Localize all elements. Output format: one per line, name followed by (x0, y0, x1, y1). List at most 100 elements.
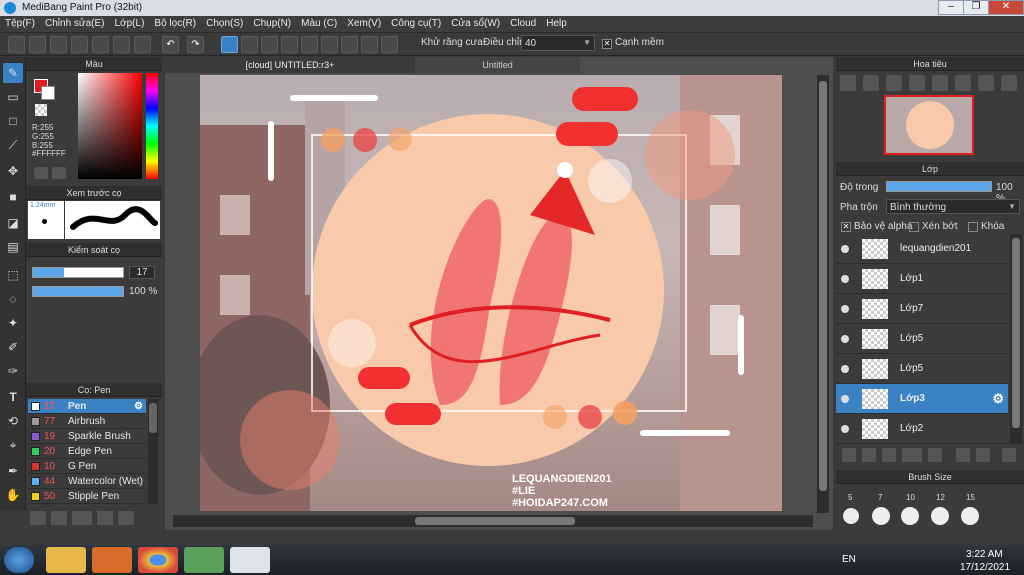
move-tool-icon[interactable]: ✥ (3, 161, 23, 181)
layer-merge-icon[interactable] (976, 448, 990, 462)
flip-icon[interactable] (1001, 75, 1017, 91)
snap-ellipse-icon[interactable] (361, 36, 378, 53)
size-10-dot[interactable] (901, 507, 919, 525)
size-12-dot[interactable] (931, 507, 949, 525)
brush-props-icon[interactable] (97, 511, 113, 525)
eye-icon[interactable] (841, 335, 849, 343)
brush-list-item[interactable]: 50 Stipple Pen (28, 489, 146, 504)
secondary-color-swatch[interactable] (41, 86, 55, 100)
layer-menu-icon[interactable] (902, 448, 922, 462)
close-button[interactable]: ✕ (988, 0, 1024, 15)
operation-tool-icon[interactable]: ⟲ (3, 411, 23, 431)
brush-size-slider[interactable] (32, 267, 124, 278)
brush-list-item[interactable]: 20 Edge Pen (28, 444, 146, 459)
layer-row[interactable]: Lớp1 (836, 264, 1008, 294)
brush-add-icon[interactable] (30, 511, 46, 525)
gradient-tool-icon[interactable]: ▤ (3, 237, 23, 257)
actual-size-icon[interactable] (932, 75, 948, 91)
eyedropper-icon[interactable]: ⌖ (3, 435, 23, 455)
menu-layer[interactable]: Lớp(L) (110, 16, 150, 31)
lock-checkbox[interactable] (968, 222, 978, 232)
layer-row[interactable]: lequangdien201 (836, 234, 1008, 264)
explorer-icon[interactable] (46, 547, 86, 573)
zoom-in-2-icon[interactable] (863, 75, 879, 91)
brush-tool-icon[interactable]: ✎ (3, 63, 23, 83)
adjust-input[interactable]: 40 ▼ (521, 35, 595, 51)
brush-list-item[interactable]: 17 Pen ⚙ (28, 399, 146, 414)
menu-view[interactable]: Xem(V) (342, 16, 386, 31)
bucket-tool-icon[interactable]: ◪ (3, 213, 23, 233)
chrome-icon[interactable] (138, 547, 178, 573)
select-pen-icon[interactable]: ✐ (3, 337, 23, 357)
text-tool-icon[interactable]: T (3, 387, 23, 407)
menu-file[interactable]: Tệp(F) (0, 16, 40, 31)
eyedropper-small-icon[interactable] (34, 167, 48, 179)
snap-curve-icon[interactable] (341, 36, 358, 53)
export-icon[interactable] (29, 36, 46, 53)
magic-wand-icon[interactable]: ✦ (3, 313, 23, 333)
restore-button[interactable]: ❐ (963, 0, 989, 15)
blend-select[interactable]: Bình thường ▼ (886, 199, 1020, 214)
size-15-dot[interactable] (961, 507, 979, 525)
brush-opacity-slider[interactable] (32, 286, 124, 297)
list-icon[interactable] (134, 36, 151, 53)
hand-tool-icon[interactable]: ✋ (3, 485, 23, 505)
size-5-dot[interactable] (843, 508, 859, 524)
canvas-scroll-vertical[interactable] (817, 75, 829, 513)
lasso-icon[interactable]: ◌ (3, 289, 23, 309)
layer-opacity-slider[interactable] (886, 181, 992, 192)
tray-icons[interactable] (866, 553, 946, 567)
doc-icon[interactable] (92, 36, 109, 53)
snap-parallel-icon[interactable] (241, 36, 258, 53)
snap-radial-icon[interactable] (301, 36, 318, 53)
zoom-out-icon[interactable] (886, 75, 902, 91)
fit-icon[interactable] (909, 75, 925, 91)
rect-tool-icon[interactable]: □ (3, 111, 23, 131)
brush-menu-icon[interactable] (72, 511, 92, 525)
layer-delete-icon[interactable] (1002, 448, 1016, 462)
select-eraser-icon[interactable]: ✑ (3, 361, 23, 381)
transparent-swatch[interactable] (35, 104, 47, 116)
menu-select[interactable]: Chọn(S) (201, 16, 248, 31)
snap-grid-icon[interactable] (261, 36, 278, 53)
new-layer-2-icon[interactable] (862, 448, 876, 462)
menu-filter[interactable]: Bộ lọc(R) (149, 16, 201, 31)
chat-icon[interactable] (50, 36, 67, 53)
menu-tools[interactable]: Công cụ(T) (386, 16, 446, 31)
snap-circle-icon[interactable] (321, 36, 338, 53)
artwork-canvas[interactable]: LEQUANGDIEN201 #LIE #HOIDAP247.COM (200, 75, 782, 511)
brush-list-item[interactable]: 19 Sparkle Brush (28, 429, 146, 444)
medibang-taskbar-icon[interactable] (230, 547, 270, 573)
tab-active[interactable]: [cloud] UNTITLED:r3+ (165, 57, 415, 73)
menu-color[interactable]: Màu (C) (296, 16, 342, 31)
menu-snap[interactable]: Chụp(N) (248, 16, 296, 31)
cloud-icon[interactable] (8, 36, 25, 53)
new-layer-icon[interactable] (842, 448, 856, 462)
palette-small-icon[interactable] (52, 167, 66, 179)
settings-icon[interactable] (381, 36, 398, 53)
minimize-button[interactable]: – (938, 0, 964, 15)
smooth-checkbox[interactable]: ✕ (602, 39, 612, 49)
hue-slider[interactable] (146, 73, 158, 179)
eye-icon[interactable] (841, 395, 849, 403)
menu-cloud[interactable]: Cloud (505, 16, 541, 31)
pen-tool-icon[interactable]: ✒ (3, 461, 23, 481)
tab-untitled[interactable]: Untitled (415, 57, 580, 73)
language-indicator[interactable]: EN (842, 554, 856, 565)
rotate-right-icon[interactable] (978, 75, 994, 91)
clock-time[interactable]: 3:22 AM (966, 549, 1003, 560)
snap-perspective-icon[interactable] (281, 36, 298, 53)
protect-alpha-checkbox[interactable]: ✕ (841, 222, 851, 232)
eye-icon[interactable] (841, 365, 849, 373)
brush-new-icon[interactable] (51, 511, 67, 525)
eye-icon[interactable] (841, 245, 849, 253)
start-button[interactable] (4, 547, 34, 573)
layer-folder-icon[interactable] (928, 448, 942, 462)
brush-list-item[interactable]: 44 Watercolor (Wet) (28, 474, 146, 489)
new-layer-3-icon[interactable] (882, 448, 896, 462)
brush-size-value[interactable]: 17 (129, 266, 155, 279)
layer-row[interactable]: Lớp3 ⚙ (836, 384, 1008, 414)
snap-off-icon[interactable] (221, 36, 238, 53)
eye-icon[interactable] (841, 425, 849, 433)
media-player-icon[interactable] (92, 547, 132, 573)
